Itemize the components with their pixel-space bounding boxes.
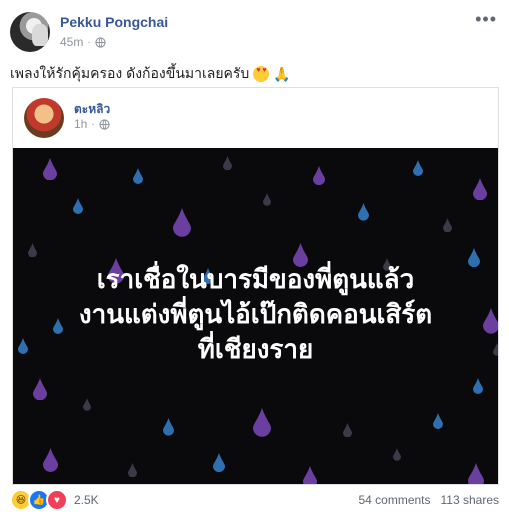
author-avatar[interactable] [10,12,50,52]
raindrop-decoration [253,408,271,437]
shared-post-card[interactable]: ตะหลิว 1h · เราเชื่อในบารมีของพี่ตูนแล้ว… [12,87,499,485]
caption-text: เพลงให้รักคุ้มครอง ดังก้องขึ้นมาเลยครับ [10,65,250,81]
raindrop-decoration [263,193,271,206]
raindrop-decoration [213,453,225,473]
image-text-line: ที่เชียงราย [197,335,314,365]
reactions-summary[interactable]: 😆 👍 ♥ 2.5K [10,489,99,511]
facebook-post: Pekku Pongchai 45m · ••• เพลงให้รักคุ้มค… [0,0,509,526]
shared-author-avatar[interactable] [24,98,64,138]
raindrop-decoration [443,218,452,233]
raindrop-decoration [33,378,47,401]
image-text-line: งานแต่งพี่ตูนไอ้เป๊กติดคอนเสิร์ต [78,300,433,330]
raindrop-decoration [393,448,401,461]
comments-count[interactable]: 54 comments [358,493,430,507]
raindrop-decoration [313,166,325,186]
raindrop-decoration [128,463,137,478]
raindrop-decoration [163,418,174,436]
praying-hands-emoji-icon: 🙏 [273,65,291,82]
raindrop-decoration [133,168,143,184]
reaction-count[interactable]: 2.5K [74,493,99,507]
raindrop-decoration [473,178,487,201]
raindrop-decoration [473,378,483,394]
raindrop-decoration [43,448,58,472]
shared-post-meta: 1h · [74,117,110,131]
raindrop-decoration [433,413,443,429]
raindrop-decoration [83,398,91,411]
post-caption: เพลงให้รักคุ้มครอง ดังก้องขึ้นมาเลยครับ … [10,63,291,85]
shared-post-image[interactable]: เราเชื่อในบารมีของพี่ตูนแล้ว งานแต่งพี่ต… [13,148,498,484]
raindrop-decoration [303,466,317,484]
raindrop-decoration [343,423,352,438]
raindrop-decoration [28,243,37,258]
author-name[interactable]: Pekku Pongchai [60,14,168,30]
raindrop-decoration [413,160,423,176]
separator-dot: · [87,36,91,48]
more-options-icon[interactable]: ••• [475,10,497,28]
shares-count[interactable]: 113 shares [441,493,499,507]
raindrop-decoration [43,158,57,181]
post-stats: 54 comments 113 shares [358,493,499,507]
raindrop-decoration [173,208,191,237]
globe-icon[interactable] [99,118,110,130]
raindrop-decoration [358,203,369,221]
raindrop-decoration [223,156,232,171]
raindrop-decoration [73,198,83,214]
love-reaction-icon: ♥ [46,489,68,511]
shared-post-time[interactable]: 1h [74,117,87,131]
raindrop-decoration [468,463,484,484]
image-text-line: เราเชื่อในบารมีของพี่ตูนแล้ว [96,265,415,295]
post-meta: 45m · [60,35,106,49]
image-text: เราเชื่อในบารมีของพี่ตูนแล้ว งานแต่งพี่ต… [13,263,498,368]
globe-icon[interactable] [95,36,106,48]
heart-eyes-emoji-icon [253,66,270,82]
post-time[interactable]: 45m [60,35,83,49]
separator-dot: · [91,118,95,130]
